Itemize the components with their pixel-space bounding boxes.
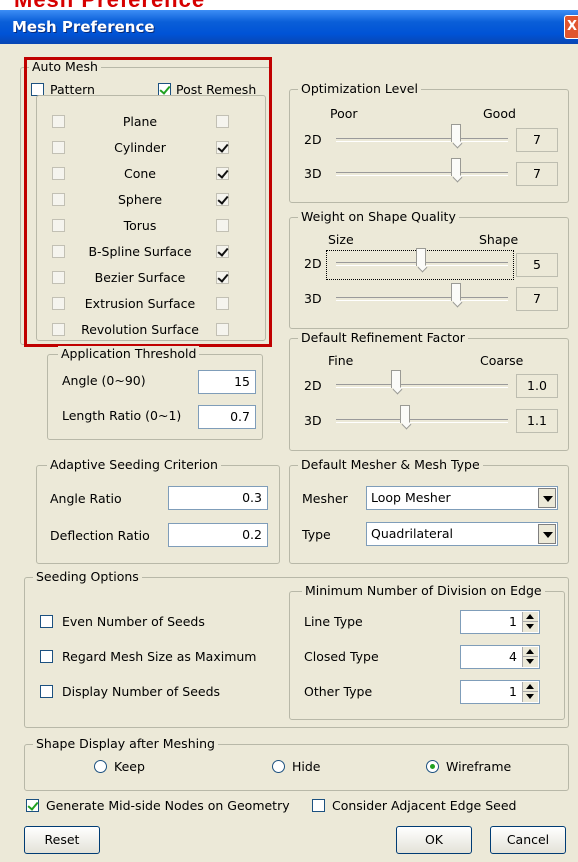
angle-ratio-label: Angle Ratio [50,491,122,506]
adjacent-seed-label: Consider Adjacent Edge Seed [332,798,517,813]
line-type-stepper[interactable]: 1 [460,610,540,634]
optimization-3d-slider-thumb[interactable] [451,158,461,176]
even-seeds-checkbox[interactable] [40,615,53,628]
midside-nodes-checkbox[interactable] [26,799,39,812]
optimization-2d-slider[interactable] [336,138,508,142]
shape-display-title: Shape Display after Meshing [33,736,218,752]
weight-title: Weight on Shape Quality [298,209,459,225]
application-threshold-title: Application Threshold [58,346,200,362]
refinement-2d-slider-thumb[interactable] [391,370,401,388]
regard-max-checkbox[interactable] [40,650,53,663]
weight-3d-slider-thumb[interactable] [451,283,461,301]
line-type-value: 1 [509,614,517,629]
refinement-3d-slider-thumb[interactable] [400,405,410,423]
refinement-2d-value: 1.0 [516,374,558,398]
display-seeds-checkbox[interactable] [40,685,53,698]
even-seeds-label: Even Number of Seeds [62,614,205,629]
other-type-stepper[interactable]: 1 [460,680,540,704]
mesher-select-value: Loop Mesher [371,490,451,505]
angle-ratio-input[interactable]: 0.3 [168,486,268,510]
weight-3d-value: 7 [516,287,558,311]
deflection-ratio-input[interactable]: 0.2 [168,523,268,547]
refinement-2d-slider[interactable] [336,384,508,388]
adaptive-seeding-title: Adaptive Seeding Criterion [47,457,221,473]
weight-min-label: Size [328,232,354,247]
refinement-title: Default Refinement Factor [298,330,468,346]
optimization-2d-label: 2D [304,132,322,147]
spin-arrows-icon[interactable] [522,612,538,632]
optimization-3d-slider[interactable] [336,172,508,176]
weight-2d-slider-thumb[interactable] [416,248,426,266]
mesher-title: Default Mesher & Mesh Type [298,457,483,473]
optimization-level-title: Optimization Level [298,81,421,97]
refinement-min-label: Fine [328,353,354,368]
highlight-box [24,57,272,347]
closed-type-label: Closed Type [304,649,379,664]
mesh-type-select[interactable]: Quadrilateral [366,522,558,546]
weight-3d-slider[interactable] [336,297,508,301]
chevron-down-icon[interactable] [538,524,556,544]
ok-button[interactable]: OK [396,826,472,854]
optimization-min-label: Poor [330,106,358,121]
weight-max-label: Shape [479,232,519,247]
refinement-3d-label: 3D [304,413,322,428]
wireframe-label: Wireframe [446,759,512,774]
mesher-group: Default Mesher & Mesh Type [289,457,569,564]
type-label: Type [302,527,331,542]
weight-2d-value: 5 [516,253,558,277]
deflection-ratio-label: Deflection Ratio [50,528,150,543]
mesh-type-select-value: Quadrilateral [371,526,453,541]
refinement-3d-value: 1.1 [516,409,558,433]
seeding-options-title: Seeding Options [33,569,142,585]
spin-arrows-icon[interactable] [522,647,538,667]
title-bar[interactable]: Mesh Preference X [0,10,578,44]
length-ratio-label: Length Ratio (0~1) [62,408,182,423]
closed-type-stepper[interactable]: 4 [460,645,540,669]
spin-arrows-icon[interactable] [522,682,538,702]
other-type-value: 1 [509,684,517,699]
adjacent-seed-checkbox[interactable] [312,799,325,812]
weight-2d-label: 2D [304,256,322,271]
close-icon: X [567,19,578,34]
weight-3d-label: 3D [304,291,322,306]
mesh-preference-dialog: Mesh Preference X Auto Mesh Pattern Post… [0,10,578,862]
mesher-select[interactable]: Loop Mesher [366,486,558,510]
optimization-max-label: Good [483,106,516,121]
other-type-label: Other Type [304,684,373,699]
cancel-button[interactable]: Cancel [490,826,566,854]
keep-label: Keep [114,759,145,774]
refinement-3d-slider[interactable] [336,419,508,423]
refinement-2d-label: 2D [304,378,322,393]
closed-type-value: 4 [509,649,517,664]
wireframe-radio[interactable] [426,760,439,773]
optimization-3d-label: 3D [304,166,322,181]
optimization-3d-value: 7 [516,162,558,186]
optimization-2d-value: 7 [516,128,558,152]
optimization-2d-slider-thumb[interactable] [451,124,461,142]
keep-radio[interactable] [94,760,107,773]
angle-input[interactable]: 15 [198,370,256,394]
adaptive-seeding-group: Adaptive Seeding Criterion [36,457,280,564]
angle-label: Angle (0~90) [62,373,146,388]
close-button[interactable]: X [564,15,578,39]
line-type-label: Line Type [304,614,363,629]
chevron-down-icon[interactable] [538,488,556,508]
window-title: Mesh Preference [12,18,155,36]
hide-radio[interactable] [272,760,285,773]
refinement-max-label: Coarse [480,353,524,368]
min-division-title: Minimum Number of Division on Edge [302,583,545,599]
regard-max-label: Regard Mesh Size as Maximum [62,649,257,664]
display-seeds-label: Display Number of Seeds [62,684,221,699]
reset-button[interactable]: Reset [24,826,100,854]
midside-nodes-label: Generate Mid-side Nodes on Geometry [46,798,290,813]
mesher-label: Mesher [302,491,348,506]
length-ratio-input[interactable]: 0.7 [198,405,256,429]
hide-label: Hide [292,759,321,774]
